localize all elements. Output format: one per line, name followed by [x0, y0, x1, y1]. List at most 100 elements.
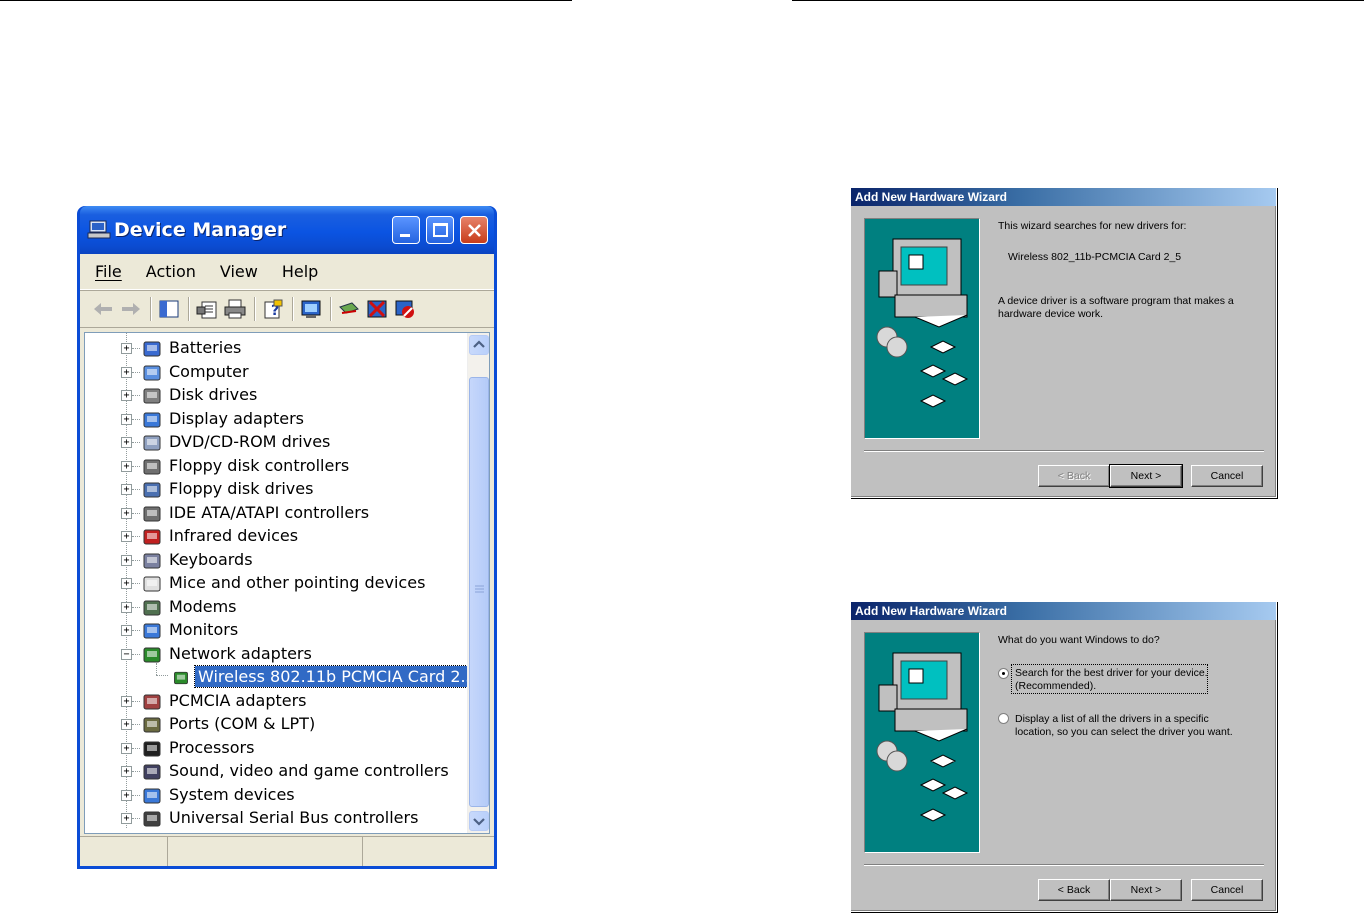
wizard-2-title-bar[interactable]: Add New Hardware Wizard: [851, 602, 1276, 620]
computer-icon: [87, 220, 111, 239]
tree-category-label: System devices: [169, 784, 295, 804]
scroll-up-button[interactable]: [469, 335, 489, 355]
maximize-button[interactable]: [426, 216, 454, 244]
wizard-illustration: [864, 218, 980, 439]
collapse-icon[interactable]: −: [121, 648, 132, 660]
tree-category[interactable]: + Universal Serial Bus controllers: [85, 807, 465, 830]
status-pane-2: [168, 837, 363, 866]
tree-category[interactable]: + Ports (COM & LPT): [85, 713, 465, 736]
next-button[interactable]: Next >: [1110, 879, 1182, 901]
tree-category[interactable]: + Sound, video and game controllers: [85, 760, 465, 783]
print-button[interactable]: [222, 296, 248, 322]
tree-category[interactable]: + Display adapters: [85, 408, 465, 431]
expand-icon[interactable]: +: [121, 695, 132, 707]
forward-button[interactable]: [118, 296, 144, 322]
expand-icon[interactable]: +: [121, 554, 132, 566]
minimize-button[interactable]: [392, 216, 420, 244]
menu-view[interactable]: View: [217, 260, 261, 283]
show-hide-tree-button[interactable]: [156, 296, 182, 322]
expand-icon[interactable]: +: [121, 413, 132, 425]
scan-hardware-button[interactable]: [298, 296, 324, 322]
menu-help[interactable]: Help: [279, 260, 321, 283]
expand-icon[interactable]: +: [121, 531, 132, 542]
expand-icon[interactable]: +: [121, 390, 132, 401]
back-button[interactable]: < Back: [1038, 879, 1110, 901]
expand-icon[interactable]: +: [121, 742, 132, 754]
title-bar[interactable]: Device Manager: [80, 206, 494, 254]
tree-category[interactable]: + PCMCIA adapters: [85, 690, 465, 713]
menu-bar: File Action View Help: [80, 254, 494, 290]
tree-category-label: DVD/CD-ROM drives: [169, 432, 331, 451]
next-button[interactable]: Next >: [1109, 464, 1183, 488]
network-adapter-icon: [143, 647, 161, 662]
expand-icon[interactable]: +: [121, 507, 132, 519]
tree-child-item[interactable]: Wireless 802.11b PCMCIA Card 2.5: [85, 665, 480, 689]
option-2-line1[interactable]: Display a list of all the drivers in a s…: [1015, 713, 1209, 726]
radio-display-driver-list[interactable]: [998, 713, 1009, 724]
tree-category[interactable]: + Modems: [85, 596, 465, 619]
tree-category-label: Ports (COM & LPT): [169, 714, 316, 733]
uninstall-button[interactable]: [364, 296, 390, 322]
update-driver-button[interactable]: [336, 296, 362, 322]
wizard-2-window: Add New Hardware Wizard What do you want…: [850, 601, 1277, 912]
close-button[interactable]: [460, 216, 488, 244]
tree-category[interactable]: + Mice and other pointing devices: [85, 572, 465, 595]
vertical-scrollbar[interactable]: [467, 333, 489, 833]
page-rule-right: [792, 0, 1364, 1]
expand-icon[interactable]: +: [121, 601, 132, 613]
maximize-icon: [433, 223, 448, 237]
expand-icon[interactable]: +: [121, 789, 132, 801]
tree-category[interactable]: − Network adapters: [85, 643, 465, 666]
expand-icon[interactable]: +: [121, 484, 132, 495]
help-button[interactable]: ?: [260, 296, 286, 322]
radio-search-best-driver[interactable]: [998, 668, 1009, 679]
expand-icon[interactable]: +: [121, 813, 132, 824]
minimize-icon: [400, 234, 410, 237]
window-body: File Action View Help ? + Batteries + Co…: [80, 254, 494, 866]
tree-category[interactable]: + System devices: [85, 784, 465, 807]
disable-button[interactable]: [392, 296, 418, 322]
menu-action[interactable]: Action: [143, 260, 199, 283]
properties-icon: [196, 301, 217, 318]
expand-icon[interactable]: +: [121, 437, 132, 448]
tree-branch: [132, 747, 140, 749]
scroll-down-button[interactable]: [469, 811, 489, 831]
expand-icon[interactable]: +: [121, 366, 132, 378]
back-button[interactable]: [90, 296, 116, 322]
properties-button[interactable]: [194, 296, 220, 322]
tree-category[interactable]: + Keyboards: [85, 549, 465, 572]
tree-category[interactable]: + Batteries: [85, 337, 465, 360]
option-1-line2[interactable]: (Recommended).: [1015, 680, 1096, 693]
toolbar-separator: [150, 296, 152, 321]
tree-category[interactable]: + Disk drives: [85, 384, 465, 407]
expand-icon[interactable]: +: [121, 578, 132, 589]
expand-icon[interactable]: +: [121, 343, 132, 354]
tree-category[interactable]: + Infrared devices: [85, 525, 465, 548]
scroll-thumb[interactable]: [469, 377, 489, 807]
expand-icon[interactable]: +: [121, 766, 132, 777]
device-tree: + Batteries + Computer + Disk drives + Display …: [84, 332, 490, 834]
expand-icon[interactable]: +: [121, 460, 132, 472]
menu-file[interactable]: File: [92, 260, 125, 283]
tree-category[interactable]: + Monitors: [85, 619, 465, 642]
tree-branch: [132, 512, 140, 514]
cancel-button[interactable]: Cancel: [1191, 879, 1263, 901]
expand-icon[interactable]: +: [121, 625, 132, 636]
tree-category[interactable]: + Computer: [85, 361, 465, 384]
tree-category[interactable]: + Processors: [85, 737, 465, 760]
tree-category[interactable]: + Floppy disk controllers: [85, 455, 465, 478]
device-manager-window: Device Manager File Action View Help ? +…: [77, 206, 497, 869]
network-card-icon: [174, 671, 188, 685]
tree-category[interactable]: + IDE ATA/ATAPI controllers: [85, 502, 465, 525]
option-1-line1[interactable]: Search for the best driver for your devi…: [1015, 667, 1208, 680]
show-hide-tree-icon: [159, 300, 179, 317]
expand-icon[interactable]: +: [121, 719, 132, 730]
back-button[interactable]: < Back: [1038, 465, 1110, 487]
wizard-1-title-bar[interactable]: Add New Hardware Wizard: [851, 188, 1276, 206]
tree-category[interactable]: + DVD/CD-ROM drives: [85, 431, 465, 454]
option-2-line2[interactable]: location, so you can select the driver y…: [1015, 726, 1233, 739]
tree-category-label: Mice and other pointing devices: [169, 573, 426, 592]
cancel-button[interactable]: Cancel: [1191, 465, 1263, 487]
tree-category[interactable]: + Floppy disk drives: [85, 478, 465, 501]
tree-category-label: Monitors: [169, 620, 239, 639]
